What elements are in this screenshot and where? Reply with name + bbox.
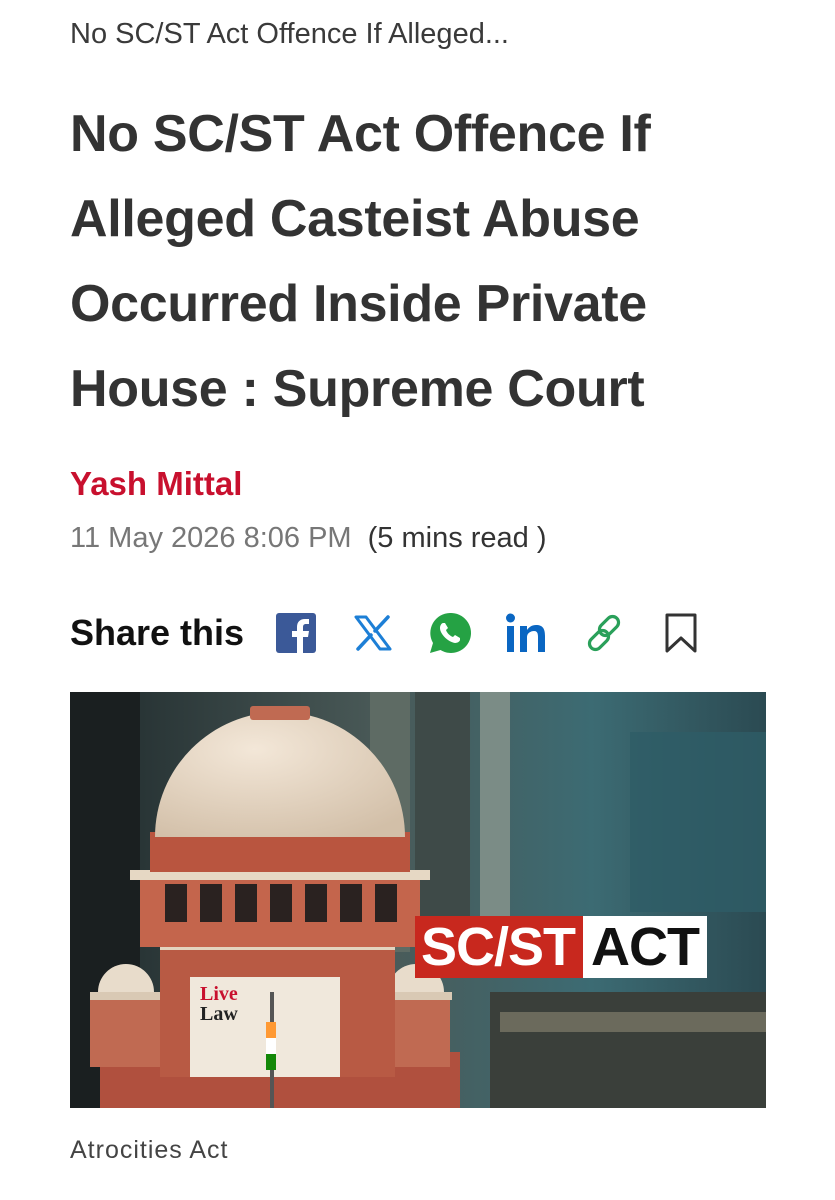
facebook-icon[interactable] [274, 611, 318, 655]
bookmark-icon[interactable] [659, 611, 703, 655]
sc-st-act-badge: SC/ST ACT [415, 916, 708, 978]
linkedin-icon[interactable] [505, 611, 549, 655]
supreme-court-illustration [70, 692, 766, 1108]
topic-tag[interactable]: Atrocities Act [70, 1136, 229, 1165]
author-name[interactable]: Yash Mittal [70, 465, 242, 503]
x-icon[interactable] [351, 611, 395, 655]
breadcrumb[interactable]: No SC/ST Act Offence If Alleged... [70, 18, 509, 51]
share-label: Share this [70, 612, 245, 653]
article-headline: No SC/ST Act Offence If Alleged Casteist… [70, 105, 651, 418]
link-icon[interactable] [582, 611, 626, 655]
hero-image: Live Law SC/ST ACT [70, 692, 766, 1108]
share-bar: Share this [70, 608, 736, 658]
article-meta: 11 May 2026 8:06 PM (5 mins read ) [70, 522, 547, 555]
read-time: (5 mins read ) [367, 522, 547, 554]
whatsapp-icon[interactable] [428, 611, 472, 655]
livelaw-logo: Live Law [200, 983, 238, 1025]
publish-date: 11 May 2026 8:06 PM [70, 522, 352, 554]
